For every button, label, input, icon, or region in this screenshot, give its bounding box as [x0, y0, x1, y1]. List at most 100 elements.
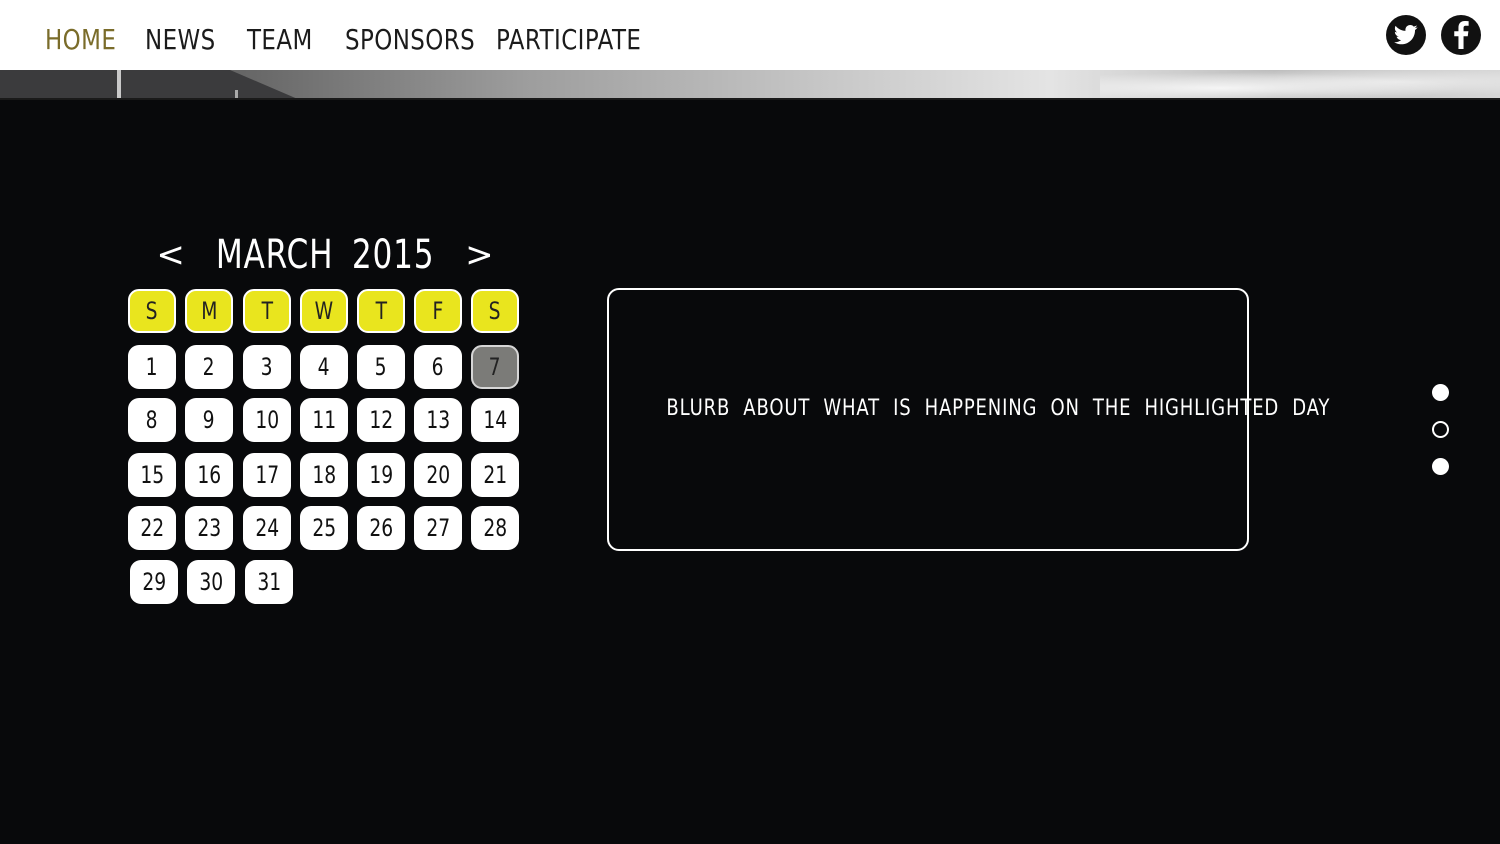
- calendar-day[interactable]: 24: [243, 506, 291, 550]
- calendar-day[interactable]: 30: [187, 560, 235, 604]
- weekday-header: T: [357, 289, 405, 333]
- weekday-header: T: [243, 289, 291, 333]
- calendar-day[interactable]: 19: [357, 453, 405, 497]
- calendar-day-number: 16: [197, 461, 221, 489]
- calendar-day-number: 23: [197, 514, 221, 542]
- calendar-day-number: 8: [146, 406, 158, 434]
- twitter-icon: [1394, 25, 1418, 45]
- weekday-label: W: [314, 297, 334, 325]
- nav-news[interactable]: NEWS: [145, 22, 216, 58]
- calendar-day-selected[interactable]: 7: [471, 345, 519, 389]
- weekday-label: T: [261, 297, 273, 325]
- facebook-button[interactable]: [1441, 15, 1481, 55]
- calendar-day-number: 29: [142, 568, 166, 596]
- calendar-day[interactable]: 2: [185, 345, 233, 389]
- calendar-day[interactable]: 8: [128, 398, 176, 442]
- calendar-day-number: 21: [483, 461, 507, 489]
- calendar-day-number: 19: [369, 461, 393, 489]
- calendar-day[interactable]: 27: [414, 506, 462, 550]
- prev-month-button[interactable]: <: [156, 235, 185, 275]
- weekday-header: W: [300, 289, 348, 333]
- calendar-day[interactable]: 28: [471, 506, 519, 550]
- calendar-day[interactable]: 18: [300, 453, 348, 497]
- next-month-button[interactable]: >: [465, 235, 494, 275]
- calendar-day[interactable]: 20: [414, 453, 462, 497]
- calendar-day[interactable]: 16: [185, 453, 233, 497]
- calendar-day[interactable]: 26: [357, 506, 405, 550]
- calendar-day-number: 18: [312, 461, 336, 489]
- strip-divider: [0, 98, 1500, 100]
- calendar-day-number: 27: [426, 514, 450, 542]
- calendar-day-number: 4: [318, 353, 330, 381]
- calendar-day-number: 10: [255, 406, 279, 434]
- calendar-day[interactable]: 23: [185, 506, 233, 550]
- weekday-header: S: [471, 289, 519, 333]
- weekday-header: F: [414, 289, 462, 333]
- calendar-day[interactable]: 29: [130, 560, 178, 604]
- weekday-label: S: [489, 297, 501, 325]
- calendar-day-number: 14: [483, 406, 507, 434]
- calendar-day-number: 15: [140, 461, 164, 489]
- facebook-icon: [1454, 21, 1469, 49]
- nav-team[interactable]: TEAM: [247, 22, 313, 58]
- top-navbar: HOME NEWS TEAM SPONSORS PARTICIPATE: [0, 0, 1500, 70]
- calendar-day-number: 20: [426, 461, 450, 489]
- pager-dot-1[interactable]: [1432, 384, 1449, 401]
- calendar-day[interactable]: 5: [357, 345, 405, 389]
- calendar-day-number: 6: [432, 353, 444, 381]
- calendar-month-header: < MARCH 2015 >: [156, 232, 493, 278]
- calendar-day-number: 26: [369, 514, 393, 542]
- pager-dot-3[interactable]: [1432, 458, 1449, 475]
- calendar-day[interactable]: 21: [471, 453, 519, 497]
- calendar-day[interactable]: 10: [243, 398, 291, 442]
- calendar-day-number: 22: [140, 514, 164, 542]
- calendar-day[interactable]: 1: [128, 345, 176, 389]
- photo-clouds: [1100, 70, 1500, 100]
- calendar-day-number: 17: [255, 461, 279, 489]
- pager-dot-2[interactable]: [1432, 421, 1449, 438]
- calendar-day-number: 3: [261, 353, 273, 381]
- weekday-label: T: [375, 297, 387, 325]
- calendar-day-number: 28: [483, 514, 507, 542]
- calendar-day-number: 31: [257, 568, 281, 596]
- calendar-day-number: 1: [146, 353, 158, 381]
- calendar-day[interactable]: 12: [357, 398, 405, 442]
- calendar-day-number: 25: [312, 514, 336, 542]
- nav-home[interactable]: HOME: [45, 22, 116, 58]
- calendar-day-number: 7: [489, 353, 501, 381]
- calendar-month-title: MARCH 2015: [215, 232, 435, 278]
- twitter-button[interactable]: [1386, 15, 1426, 55]
- calendar-day[interactable]: 4: [300, 345, 348, 389]
- calendar-day[interactable]: 13: [414, 398, 462, 442]
- calendar-day-number: 30: [199, 568, 223, 596]
- calendar-day[interactable]: 9: [185, 398, 233, 442]
- day-blurb: BLURB ABOUT WHAT IS HAPPENING ON THE HIG…: [666, 396, 1331, 421]
- weekday-header: M: [185, 289, 233, 333]
- calendar-day-number: 13: [426, 406, 450, 434]
- calendar-day-number: 24: [255, 514, 279, 542]
- weekday-label: S: [146, 297, 158, 325]
- header-photo-strip: [0, 70, 1500, 100]
- day-info-box: BLURB ABOUT WHAT IS HAPPENING ON THE HIG…: [607, 288, 1331, 551]
- calendar-day[interactable]: 17: [243, 453, 291, 497]
- calendar-day[interactable]: 31: [245, 560, 293, 604]
- calendar-day-number: 12: [369, 406, 393, 434]
- calendar-day[interactable]: 25: [300, 506, 348, 550]
- photo-post: [117, 70, 121, 100]
- nav-sponsors[interactable]: SPONSORS: [345, 22, 475, 58]
- roof-shape: [0, 70, 300, 100]
- calendar-day-number: 2: [203, 353, 215, 381]
- calendar-day-number: 11: [312, 406, 336, 434]
- nav-participate[interactable]: PARTICIPATE: [496, 22, 641, 58]
- calendar-day-number: 9: [203, 406, 215, 434]
- calendar-day[interactable]: 3: [243, 345, 291, 389]
- calendar-day[interactable]: 15: [128, 453, 176, 497]
- weekday-header: S: [128, 289, 176, 333]
- weekday-label: M: [200, 297, 218, 325]
- weekday-label: F: [432, 297, 444, 325]
- calendar-day-number: 5: [375, 353, 387, 381]
- calendar-day[interactable]: 14: [471, 398, 519, 442]
- calendar-day[interactable]: 6: [414, 345, 462, 389]
- calendar-day[interactable]: 11: [300, 398, 348, 442]
- calendar-day[interactable]: 22: [128, 506, 176, 550]
